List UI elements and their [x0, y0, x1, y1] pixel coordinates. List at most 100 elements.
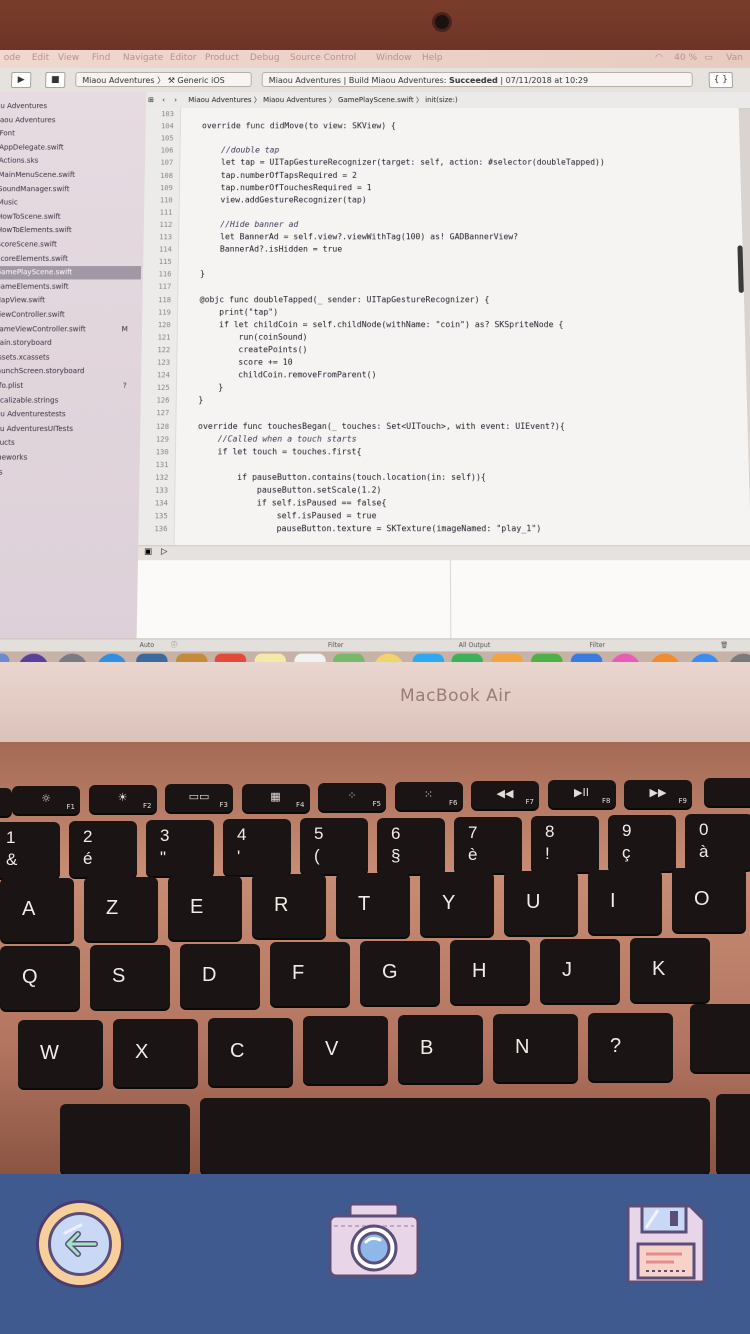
number-key: 8!	[531, 815, 599, 872]
navigator-item[interactable]: aou AdventuresUITests	[0, 422, 138, 436]
key-bottom-label: '	[237, 847, 241, 867]
menu-item: Navigate	[122, 52, 164, 63]
code-line: print("tap")	[199, 307, 279, 317]
run-button[interactable]: ▶	[10, 71, 32, 89]
line-number: 136	[154, 525, 168, 534]
save-button[interactable]	[624, 1202, 708, 1286]
navigator-item[interactable]: Font	[0, 127, 144, 140]
key-label: V	[325, 1038, 339, 1061]
line-number: 130	[155, 447, 169, 457]
line-number: 127	[156, 409, 170, 418]
navigator-item[interactable]: Info.plist?	[0, 379, 139, 393]
stop-button[interactable]: ■	[45, 71, 66, 89]
fn-key-label: F4	[296, 800, 305, 809]
debug-console[interactable]	[136, 560, 750, 639]
letter-key: T	[336, 873, 410, 938]
navigator-item[interactable]: oducts	[0, 437, 138, 451]
editor-scrollbar[interactable]	[737, 245, 744, 293]
navigator-item[interactable]: HowToScene.swift	[0, 210, 142, 223]
navigator-item[interactable]: Assets.xcassets	[0, 351, 140, 365]
code-line: }	[199, 269, 205, 279]
navigator-item[interactable]: SoundManager.swift	[0, 183, 143, 196]
code-line: if pauseButton.contains(touch.location(i…	[197, 472, 486, 482]
navigator-item[interactable]: Music	[0, 196, 142, 209]
build-status: Miaou Adventures | Build Miaou Adventure…	[261, 71, 693, 88]
navigator-item[interactable]: Main.storyboard	[0, 337, 140, 351]
key-top-label: 1	[6, 828, 16, 847]
code-line: if self.isPaused == false{	[196, 498, 387, 508]
navigator-item[interactable]: LaunchScreen.storyboard	[0, 365, 139, 379]
status-time: 07/11/2018 at 10:29	[505, 75, 589, 86]
code-line: run(coinSound)	[199, 332, 308, 342]
navigator-item[interactable]: ameworks	[0, 451, 138, 465]
back-button[interactable]	[36, 1200, 124, 1288]
navigator-item[interactable]: Localizable.strings	[0, 394, 139, 408]
key-top-label: 0	[699, 819, 709, 839]
line-number: 119	[157, 308, 171, 317]
line-number: 134	[154, 499, 169, 508]
code-comment: //double tap	[201, 145, 280, 155]
key-label: C	[230, 1039, 245, 1062]
navigator-item-label: ameworks	[0, 453, 28, 462]
navigator-item[interactable]: MainMenuScene.swift	[0, 169, 143, 182]
letter-key: W	[18, 1020, 103, 1088]
line-number: 109	[160, 183, 173, 192]
letter-key: N	[493, 1014, 578, 1082]
code-editor[interactable]: 103 104 105 106 107 108 109 110 111 112 113 114 115 1…	[138, 108, 750, 546]
line-number: 126	[156, 396, 170, 405]
letter-key: J	[540, 938, 620, 1003]
navigator-item[interactable]: GamePlayScene.swift	[0, 266, 142, 280]
navigator-item[interactable]: GameElements.swift	[0, 280, 141, 293]
letter-key: R	[252, 874, 326, 939]
forward-nav-icon[interactable]: ›	[174, 92, 177, 108]
letter-key: D	[180, 943, 260, 1008]
navigator-item[interactable]: AppDelegate.swift	[0, 141, 143, 154]
navigator-item[interactable]: aou Adventures	[0, 114, 144, 127]
code-line: if let childCoin = self.childNode(withNa…	[199, 319, 564, 329]
menu-item: View	[57, 52, 80, 63]
menu-item: Source Control	[289, 52, 357, 63]
fn-key-label: F2	[143, 802, 152, 811]
hide-debug-icon[interactable]: ▣	[144, 546, 152, 556]
key-label: B	[420, 1037, 434, 1060]
letter-key: S	[90, 944, 170, 1009]
key-label: N	[515, 1036, 530, 1058]
menu-item: Find	[91, 52, 111, 63]
line-number: 135	[154, 512, 168, 521]
floppy-disk-icon	[626, 1204, 706, 1284]
navigator-item[interactable]: ods	[0, 466, 138, 480]
key-bottom-label: !	[545, 843, 550, 863]
key-bottom-label: à	[699, 841, 709, 861]
wifi-icon: ◠	[655, 52, 664, 63]
grid-icon[interactable]: ⊞	[148, 92, 154, 108]
navigator-item[interactable]: HowToElements.swift	[0, 224, 142, 237]
breadcrumb[interactable]: Miaou Adventures 〉 Miaou Adventures 〉 Ga…	[188, 92, 458, 108]
navigator-item[interactable]: ScoreElements.swift	[0, 252, 141, 265]
letter-key: X	[113, 1018, 198, 1087]
breakpoint-icon[interactable]: ▷	[161, 546, 168, 556]
navigator-item-label: ods	[0, 467, 3, 477]
key-label: U	[526, 890, 541, 913]
navigator-item[interactable]: ScoreScene.swift	[0, 238, 142, 251]
menubar-user: Van	[726, 52, 744, 63]
navigator-item[interactable]: MapView.swift	[0, 294, 141, 307]
fn-key: ▶II F8	[547, 780, 616, 809]
debug-bar: ▣ ▷	[137, 545, 750, 562]
navigator-item[interactable]: u Adventures	[0, 100, 144, 113]
navigator-item-label: aou AdventuresUITests	[0, 424, 74, 433]
back-nav-icon[interactable]: ‹	[162, 92, 165, 108]
letter-key: U	[504, 870, 578, 935]
camera-button[interactable]	[326, 1202, 422, 1280]
editor-layout-button[interactable]: { }	[708, 71, 734, 89]
navigator-item-label: ScoreElements.swift	[0, 254, 69, 263]
eject-key	[704, 778, 750, 806]
navigator-item[interactable]: GameViewController.swift M	[0, 323, 140, 337]
navigator-item[interactable]: ViewController.swift	[0, 308, 140, 322]
navigator-item-label: Main.storyboard	[0, 338, 52, 348]
navigator-item[interactable]: Actions.sks	[0, 155, 143, 168]
key-label: S	[112, 964, 126, 987]
scheme-selector[interactable]: Miaou Adventures 〉 ⚒ Generic iOS Device	[75, 71, 252, 100]
navigator-item[interactable]: aou Adventurestests	[0, 408, 139, 422]
key-top-label: 3	[160, 826, 170, 846]
menu-item: Help	[422, 52, 443, 63]
